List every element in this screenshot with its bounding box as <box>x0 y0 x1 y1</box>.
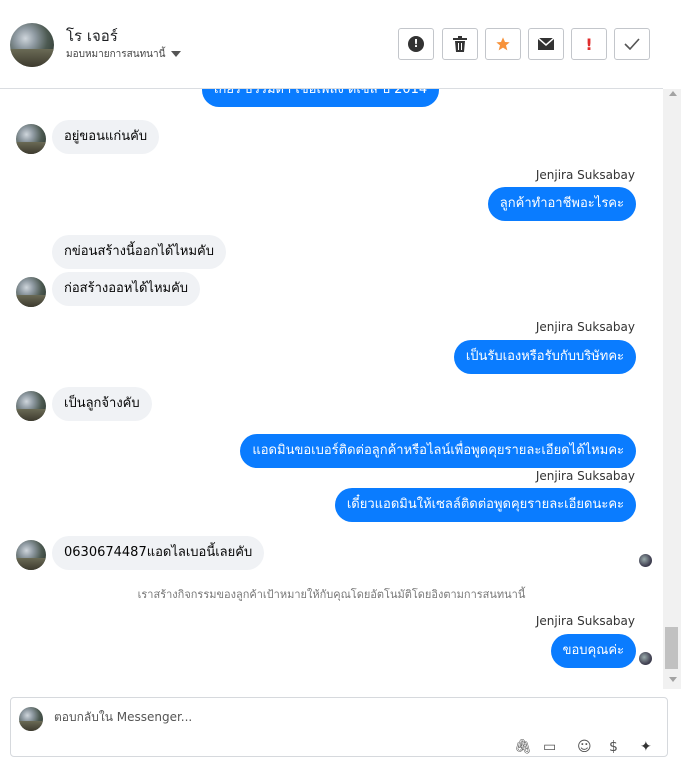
exclamation-circle-icon: ! <box>408 36 424 52</box>
paperclip-icon[interactable]: 🖇 <box>514 740 532 754</box>
sparkle-icon[interactable]: ✦ <box>640 740 652 754</box>
exclamation-icon: ! <box>585 34 593 54</box>
system-notice: เราสร้างกิจกรรมของลูกค้าเป้าหมายให้กับคุ… <box>137 588 526 601</box>
sender-name: Jenjira Suksabay <box>535 168 635 182</box>
sender-avatar <box>16 124 46 154</box>
follow-up-button[interactable]: ! <box>571 28 607 60</box>
seen-indicator-avatar <box>639 554 652 567</box>
caret-down-icon <box>171 51 182 57</box>
delete-button[interactable] <box>442 28 478 60</box>
reply-input[interactable] <box>54 710 614 724</box>
sender-name: Jenjira Suksabay <box>535 469 635 483</box>
scroll-up-arrow-icon[interactable] <box>669 91 677 96</box>
sender-name: Jenjira Suksabay <box>535 320 635 334</box>
scroll-down-arrow-icon[interactable] <box>669 677 677 682</box>
conversation-header: โร เจอร์ มอบหมายการสนทนานี้ ! ! <box>0 0 663 89</box>
mark-done-button[interactable] <box>614 28 650 60</box>
seen-indicator-avatar <box>639 652 652 665</box>
assign-label: มอบหมายการสนทนานี้ <box>66 49 166 60</box>
message-bubble-incoming: กข่อนสร้างนี้ออกได้ไหมคับ <box>52 235 226 269</box>
page-avatar <box>19 707 43 731</box>
message-bubble-incoming: เป็นลูกจ้างคับ <box>52 387 152 421</box>
contact-avatar[interactable] <box>10 23 54 67</box>
message-bubble-outgoing: แอดมินขอเบอร์ติดต่อลูกค้าหรือไลน์เพื่อพู… <box>240 434 636 468</box>
star-button[interactable] <box>485 28 521 60</box>
message-bubble-outgoing: เกียร ธรรมดา เชื้อเพลิง ดีเซล ปี 2014 <box>202 89 440 107</box>
saved-reply-icon[interactable]: ▭ <box>543 740 556 754</box>
trash-icon <box>453 36 467 52</box>
message-bubble-outgoing: เป็นรับเองหรือรับกับบริษัทคะ <box>453 340 636 374</box>
checkmark-icon <box>624 38 640 50</box>
emoji-icon[interactable]: ☺ <box>577 740 592 754</box>
sender-avatar <box>16 277 46 307</box>
contact-name[interactable]: โร เจอร์ <box>66 24 118 48</box>
mark-spam-button[interactable]: ! <box>398 28 434 60</box>
dollar-icon[interactable]: $ <box>609 740 618 754</box>
message-bubble-incoming: 0630674487แอดไลเบอนี้เลยคับ <box>52 536 265 570</box>
scrollbar[interactable] <box>663 89 681 689</box>
sender-avatar <box>16 540 46 570</box>
assign-conversation-dropdown[interactable]: มอบหมายการสนทนานี้ <box>66 47 182 62</box>
message-thread: เกียร ธรรมดา เชื้อเพลิง ดีเซล ปี 2014 อย… <box>0 89 663 689</box>
envelope-icon <box>538 38 554 50</box>
star-icon <box>496 37 510 51</box>
scrollbar-thumb[interactable] <box>665 627 678 669</box>
sender-avatar <box>16 391 46 421</box>
sender-name: Jenjira Suksabay <box>535 614 635 628</box>
reply-composer: 🖇 ▭ ☺ $ ✦ <box>10 697 668 757</box>
message-bubble-incoming: ก่อสร้างออหได้ไหมคับ <box>52 272 201 306</box>
message-bubble-outgoing: ขอบคุณค่ะ <box>550 634 636 668</box>
mark-unread-button[interactable] <box>528 28 564 60</box>
message-bubble-outgoing: ลูกค้าทำอาชีพอะไรคะ <box>487 187 636 221</box>
message-bubble-outgoing: เดี๋ยวแอดมินให้เซลล์ติดต่อพูดคุยรายละเอี… <box>334 488 636 522</box>
message-bubble-incoming: อยู่ขอนแก่นคับ <box>52 120 160 154</box>
